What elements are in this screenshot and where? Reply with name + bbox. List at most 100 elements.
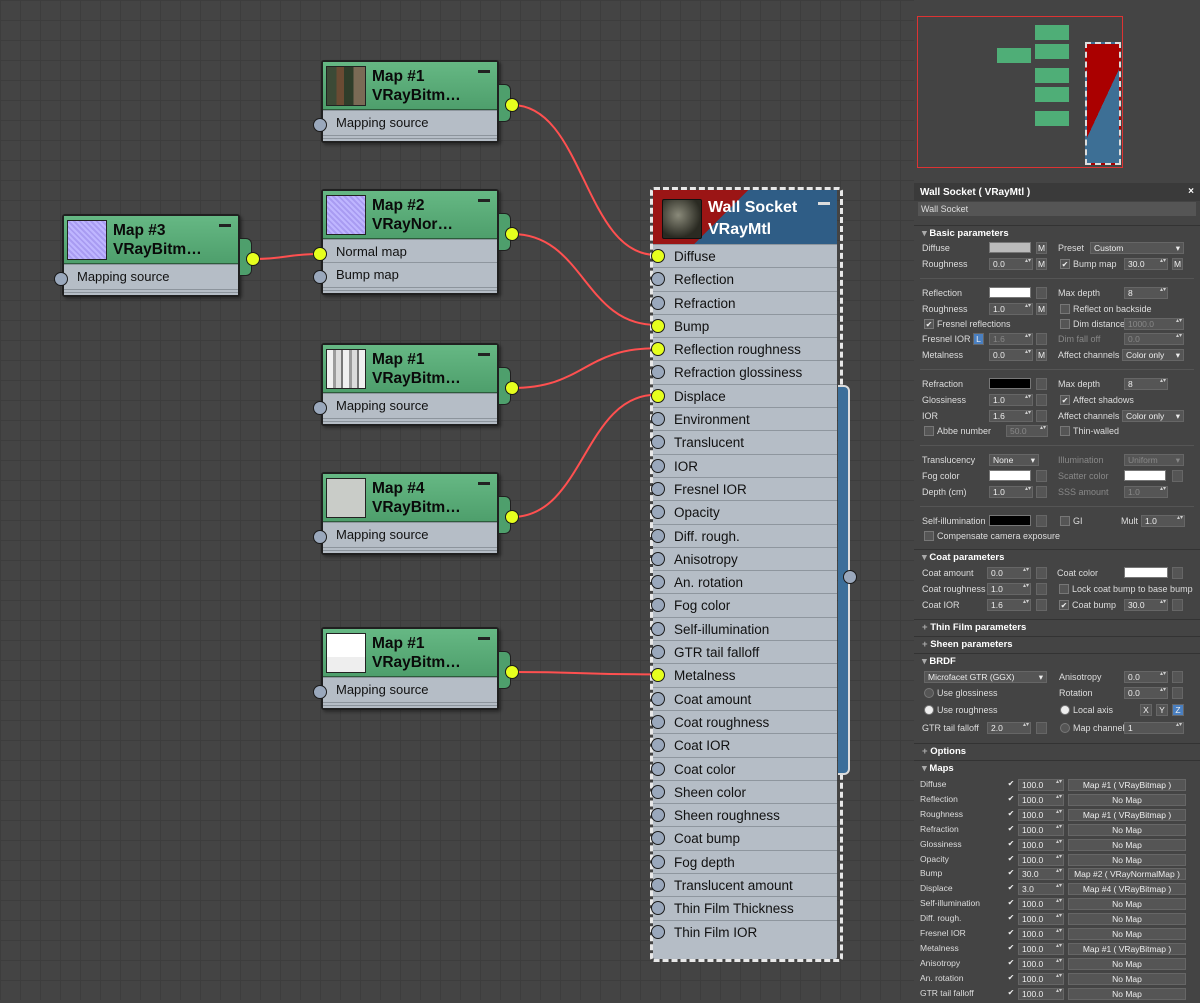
ior-map-button[interactable] — [1036, 410, 1047, 422]
map-slot-button[interactable]: Map #1 ( VRayBitmap ) — [1068, 942, 1186, 955]
material-slot[interactable]: Opacity — [651, 500, 837, 523]
glossiness-map-button[interactable] — [1036, 394, 1047, 406]
texture-node-header[interactable]: Map #1 VRayBitm… — [323, 629, 497, 677]
material-slot[interactable]: Environment — [651, 407, 837, 430]
refr-max-depth-spinner[interactable]: 8 — [1124, 378, 1168, 390]
max-depth-spinner[interactable]: 8 — [1124, 287, 1168, 299]
map-channel-spinner[interactable]: 1 — [1124, 722, 1184, 734]
section-options[interactable]: Options — [914, 743, 1200, 759]
preset-dropdown[interactable]: Custom — [1090, 242, 1184, 254]
map-amount-spinner[interactable]: 30.0 — [1018, 868, 1064, 881]
input-slot[interactable]: Normal map — [323, 239, 497, 262]
mult-spinner[interactable]: 1.0 — [1141, 515, 1185, 527]
thin-walled-checkbox[interactable] — [1060, 426, 1070, 436]
minimize-icon[interactable] — [478, 637, 490, 640]
dim-distance-spinner[interactable]: 1000.0 — [1124, 318, 1184, 330]
roughness-map-button[interactable]: M — [1036, 258, 1047, 270]
map-row[interactable]: Bump ✔ 30.0 Map #2 ( VRayNormalMap ) — [918, 867, 1196, 881]
map-row[interactable]: Roughness ✔ 100.0 Map #1 ( VRayBitmap ) — [918, 808, 1196, 822]
material-slot[interactable]: Diffuse — [651, 244, 837, 267]
material-slot[interactable]: Fog depth — [651, 849, 837, 873]
material-input-socket[interactable] — [651, 831, 665, 846]
output-socket[interactable] — [505, 98, 519, 112]
map-slot-button[interactable]: No Map — [1068, 928, 1186, 940]
input-socket[interactable] — [54, 272, 68, 286]
map-enable-checkbox[interactable]: ✔ — [1006, 943, 1016, 953]
material-slot[interactable]: Sheen color — [651, 779, 837, 803]
material-slot[interactable]: Reflection roughness — [651, 337, 837, 360]
map-row[interactable]: GTR tail falloff ✔ 100.0 No Map — [918, 987, 1196, 1001]
map-row[interactable]: An. rotation ✔ 100.0 No Map — [918, 972, 1196, 986]
texture-node[interactable]: Map #4 VRayBitm… Mapping source — [321, 472, 499, 555]
map-row[interactable]: Glossiness ✔ 100.0 No Map — [918, 838, 1196, 852]
texture-node-header[interactable]: Map #3 VRayBitm… — [64, 216, 238, 264]
map-enable-checkbox[interactable]: ✔ — [1006, 824, 1016, 834]
roughness-spinner[interactable]: 0.0 — [989, 258, 1033, 270]
map-amount-spinner[interactable]: 100.0 — [1018, 942, 1064, 955]
texture-node[interactable]: Map #1 VRayBitm… Mapping source — [321, 60, 499, 143]
map-slot-button[interactable]: Map #1 ( VRayBitmap ) — [1068, 779, 1186, 791]
material-slot[interactable]: IOR — [651, 453, 837, 477]
self-illum-map-button[interactable] — [1036, 515, 1047, 527]
connection-wire[interactable] — [511, 393, 657, 518]
map-amount-spinner[interactable]: 100.0 — [1018, 793, 1064, 806]
connection-wire[interactable] — [252, 253, 321, 260]
material-slot[interactable]: Sheen roughness — [651, 803, 837, 826]
texture-node[interactable]: Map #3 VRayBitm… Mapping source — [62, 214, 240, 297]
material-slot[interactable]: Coat bump — [651, 826, 837, 849]
abbe-spinner[interactable]: 50.0 — [1006, 425, 1048, 437]
section-thin-film[interactable]: Thin Film parameters — [914, 619, 1200, 635]
material-input-socket[interactable] — [651, 738, 665, 753]
map-slot-button[interactable]: No Map — [1068, 913, 1186, 926]
sss-spinner[interactable]: 1.0 — [1124, 486, 1168, 498]
map-row[interactable]: Fresnel IOR ✔ 100.0 No Map — [918, 927, 1196, 941]
bump-map-button[interactable]: M — [1172, 258, 1183, 270]
section-brdf[interactable]: BRDF — [914, 653, 1200, 669]
material-slot[interactable]: Bump — [651, 313, 837, 337]
map-channel-radio[interactable] — [1060, 723, 1070, 733]
map-slot-button[interactable]: No Map — [1068, 853, 1186, 866]
material-slot[interactable]: An. rotation — [651, 570, 837, 593]
material-input-socket[interactable] — [651, 528, 665, 543]
map-enable-checkbox[interactable]: ✔ — [1006, 913, 1016, 923]
coat-bump-checkbox[interactable]: ✔ — [1059, 600, 1069, 610]
minimize-icon[interactable] — [478, 199, 490, 202]
map-slot-button[interactable]: No Map — [1068, 838, 1186, 851]
map-row[interactable]: Refraction ✔ 100.0 No Map — [918, 823, 1196, 837]
material-slot[interactable]: Thin Film Thickness — [651, 896, 837, 919]
map-enable-checkbox[interactable]: ✔ — [1006, 883, 1016, 893]
output-socket[interactable] — [246, 252, 260, 266]
section-sheen[interactable]: Sheen parameters — [914, 636, 1200, 652]
scatter-color-swatch[interactable] — [1124, 470, 1166, 481]
self-illum-swatch[interactable] — [989, 515, 1031, 526]
map-row[interactable]: Reflection ✔ 100.0 No Map — [918, 793, 1196, 807]
map-amount-spinner[interactable]: 100.0 — [1018, 808, 1064, 821]
reflection-map-button[interactable] — [1036, 287, 1047, 299]
map-amount-spinner[interactable]: 100.0 — [1018, 928, 1064, 940]
map-row[interactable]: Anisotropy ✔ 100.0 No Map — [918, 957, 1196, 971]
fog-color-map-button[interactable] — [1036, 470, 1047, 482]
map-slot-button[interactable]: No Map — [1068, 972, 1186, 985]
material-slot[interactable]: Metalness — [651, 663, 837, 686]
map-enable-checkbox[interactable]: ✔ — [1006, 779, 1016, 789]
refr-affect-channels-dropdown[interactable]: Color only — [1122, 410, 1184, 422]
refl-roughness-spinner[interactable]: 1.0 — [989, 303, 1033, 315]
map-amount-spinner[interactable]: 100.0 — [1018, 972, 1064, 985]
connection-wire[interactable] — [511, 671, 657, 676]
input-socket[interactable] — [313, 530, 327, 544]
bump-spinner[interactable]: 30.0 — [1124, 258, 1168, 270]
material-slot[interactable]: Anisotropy — [651, 546, 837, 570]
coat-color-map-button[interactable] — [1172, 567, 1183, 579]
material-slot[interactable]: Coat IOR — [651, 733, 837, 756]
map-enable-checkbox[interactable]: ✔ — [1006, 898, 1016, 908]
minimize-icon[interactable] — [478, 482, 490, 485]
material-input-socket[interactable] — [651, 621, 665, 636]
coat-bump-spinner[interactable]: 30.0 — [1124, 599, 1168, 611]
connection-wire[interactable] — [511, 347, 657, 389]
material-input-socket[interactable] — [651, 645, 665, 660]
map-slot-button[interactable]: No Map — [1068, 987, 1186, 1000]
input-slot[interactable]: Mapping source — [64, 264, 238, 287]
material-input-socket[interactable] — [651, 342, 665, 357]
map-row[interactable]: Diffuse ✔ 100.0 Map #1 ( VRayBitmap ) — [918, 778, 1196, 792]
input-socket[interactable] — [313, 118, 327, 132]
